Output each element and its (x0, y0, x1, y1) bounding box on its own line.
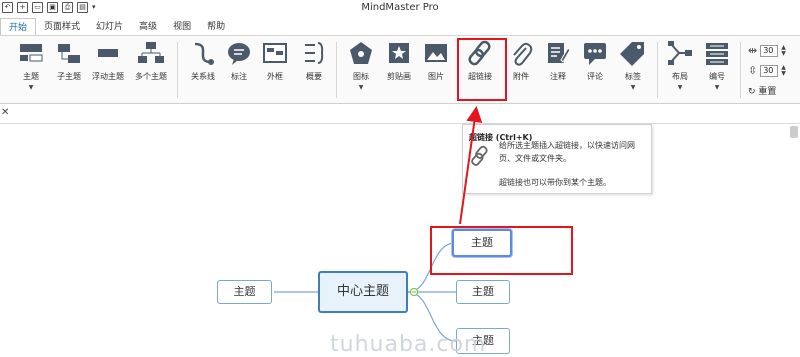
app-window: ↶ + ▭ ▣ ⎙ ▤ ▾ MindMaster Pro 开始 页面样式 幻灯片… (0, 0, 800, 357)
annotation-arrow (459, 106, 483, 225)
